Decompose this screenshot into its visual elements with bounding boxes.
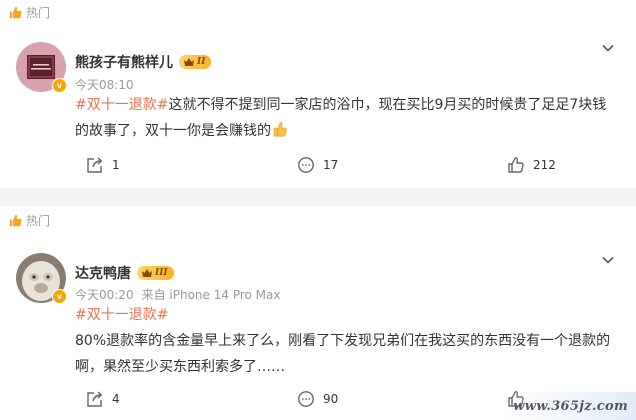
hot-tag: 热门 [9,212,50,229]
share-count: 4 [112,392,120,406]
post-meta: 今天00:20 来自 iPhone 14 Pro Max [75,286,280,303]
username-text[interactable]: 熊孩子有熊样儿 [75,52,173,72]
share-icon [87,391,103,407]
verified-badge: v [52,289,67,304]
share-button[interactable]: 4 [0,390,215,408]
like-icon [508,156,524,173]
username[interactable]: 熊孩子有熊样儿 II [75,52,212,72]
comment-button[interactable]: 17 [215,156,426,174]
watermark-text: www.365jz.com [513,398,628,414]
chevron-down-icon[interactable] [600,252,616,268]
comment-count: 17 [323,158,339,172]
post-content: #双十一退款#这就不得不提到同一家店的浴巾，现在买比9月买的时候贵了足足7块钱的… [75,92,615,144]
comment-button[interactable]: 90 [215,390,426,408]
level-badge: III [137,266,174,280]
comment-icon [298,157,314,173]
crown-icon [184,58,194,66]
like-count: 212 [533,158,556,172]
topic-link[interactable]: #双十一退款# [75,307,168,323]
username[interactable]: 达克鸭唐 III [75,263,174,283]
level-number: III [155,268,168,278]
post-meta: 今天08:10 [75,76,134,93]
thumbs-up-hot-icon [9,214,22,227]
hot-label: 热门 [26,6,51,20]
crown-icon [142,269,152,277]
topic-link[interactable]: #双十一退款# [75,97,168,113]
level-number: II [197,57,206,67]
post-time[interactable]: 今天00:20 [75,288,134,302]
post-content: #双十一退款# 80%退款率的含金量早上来了么，刚看了下发现兄弟们在我这买的东西… [75,302,615,380]
watermark: www.365jz.com [506,392,636,420]
comment-icon [298,391,314,407]
thumbs-up-emoji-icon [273,122,287,137]
level-badge: II [179,55,212,69]
hot-tag: 热门 [9,4,50,21]
share-icon [87,157,103,173]
share-count: 1 [112,158,120,172]
topic-line: #双十一退款# [75,302,615,328]
verified-badge: v [52,78,67,93]
like-button[interactable]: 212 [426,156,636,174]
post-actions: 1 17 212 [0,156,636,174]
avatar[interactable]: v [16,253,67,304]
post-source: 来自 iPhone 14 Pro Max [141,288,281,302]
chevron-down-icon[interactable] [600,40,616,56]
hot-label: 热门 [26,214,51,228]
share-button[interactable]: 1 [0,156,215,174]
post-text: 80%退款率的含金量早上来了么，刚看了下发现兄弟们在我这买的东西没有一个退款的啊… [75,333,611,375]
post-card-2: 热门 v 达克鸭唐 III 今天00:20 来自 iPhone 14 Pro Ma… [0,206,636,420]
post-time[interactable]: 今天08:10 [75,78,134,92]
username-text[interactable]: 达克鸭唐 [75,263,131,283]
thumbs-up-hot-icon [9,6,22,19]
avatar[interactable]: v [16,42,67,93]
comment-count: 90 [323,392,339,406]
post-card-1: 热门 v 熊孩子有熊样儿 II 今天08:10 #双十一退款#这就不得不提到同一… [0,0,636,188]
